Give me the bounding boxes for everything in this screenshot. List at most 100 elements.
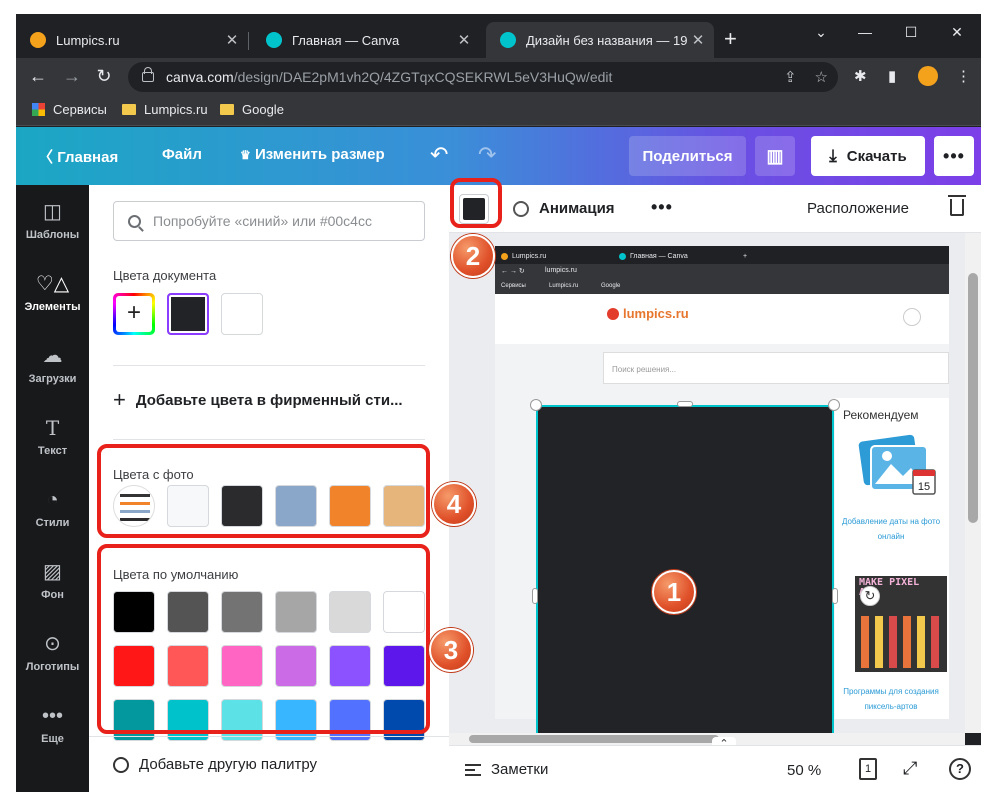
bookmark-label: Сервисы — [53, 102, 107, 117]
embedded-bookmarks: Сервисы Lumpics.ru Google — [495, 280, 949, 294]
close-icon[interactable]: ✕ — [222, 31, 242, 49]
fullscreen-icon[interactable]: ⤢ — [903, 758, 917, 779]
extensions-icon[interactable]: ✱ — [854, 68, 867, 86]
bookmark-google[interactable]: Google — [220, 102, 284, 117]
share-button[interactable]: Поделиться — [629, 136, 746, 176]
trash-icon[interactable] — [948, 195, 966, 217]
scroll-thumb[interactable] — [968, 273, 978, 523]
more-icon: ••• — [41, 705, 63, 727]
vertical-scrollbar[interactable] — [965, 233, 981, 733]
sidebar-item-more[interactable]: ••• Еще — [16, 705, 89, 745]
side-panel-icon[interactable]: ▮ — [888, 68, 896, 86]
browser-toolbar: ← → ↻ canva.com /design/DAE2pM1vh2Q/4ZGT… — [16, 58, 981, 96]
add-color-button[interactable]: + — [113, 293, 155, 335]
trash-lid — [948, 195, 966, 197]
tab-lumpics[interactable]: Lumpics.ru ✕ — [16, 22, 248, 58]
styles-icon: ◔ — [46, 489, 59, 511]
home-label: Главная — [57, 149, 119, 166]
forward-icon[interactable]: → — [60, 65, 84, 87]
notes-icon — [465, 763, 481, 776]
help-button[interactable]: ? — [949, 758, 971, 780]
maximize-icon[interactable]: ☐ — [888, 22, 934, 42]
doc-color-swatch-white[interactable] — [221, 293, 263, 335]
resize-handle[interactable] — [532, 588, 538, 604]
rotate-icon[interactable]: ↻ — [860, 586, 880, 606]
file-menu[interactable]: Файл — [162, 146, 202, 163]
pixel-food-grid — [861, 616, 941, 668]
card-caption: Программы для создания пиксель-артов — [843, 687, 939, 711]
tab-search-icon[interactable]: ⌄ — [798, 22, 844, 42]
scroll-thumb[interactable] — [469, 735, 719, 743]
download-button[interactable]: ⤓ Скачать — [811, 136, 925, 176]
recommend-title: Рекомендуем — [843, 408, 919, 422]
analytics-icon[interactable]: ▥ — [755, 136, 795, 176]
sidebar-item-templates[interactable]: ◫ Шаблоны — [16, 201, 89, 241]
sidebar-item-styles[interactable]: ◔ Стили — [16, 489, 89, 529]
more-options-icon[interactable]: ••• — [934, 136, 974, 176]
brand-add-label: Добавьте цвета в фирменный сти... — [135, 391, 403, 409]
resize-handle[interactable] — [832, 588, 838, 604]
text-icon: T — [45, 416, 60, 440]
redo-icon[interactable]: ↷ — [478, 142, 496, 168]
animation-button[interactable]: Анимация — [513, 200, 615, 217]
zoom-level[interactable]: 50 % — [787, 762, 821, 779]
bookmark-services[interactable]: Сервисы — [32, 102, 107, 117]
url-host: canva.com — [166, 69, 234, 85]
close-icon[interactable]: ✕ — [454, 31, 474, 49]
add-palette-button[interactable]: Добавьте другую палитру — [89, 736, 449, 792]
url-path: /design/DAE2pM1vh2Q/4ZGTqxCQSEKRWL5eV3Hu… — [233, 69, 613, 85]
menu-kebab-icon[interactable]: ⋮ — [956, 68, 971, 86]
callout-badge: 2 — [451, 234, 495, 278]
resize-handle[interactable] — [828, 399, 840, 411]
apps-grid-icon — [32, 103, 45, 116]
doc-color-swatch-dark[interactable] — [167, 293, 209, 335]
elements-icon: ♡△ — [35, 273, 70, 295]
sidebar-item-uploads[interactable]: ☁ Загрузки — [16, 345, 89, 385]
window-close-icon[interactable]: ✕ — [934, 22, 980, 42]
sidebar-item-logos[interactable]: ⊙ Логотипы — [16, 633, 89, 673]
selected-rectangle-element[interactable] — [536, 405, 834, 735]
trash-body — [950, 199, 964, 216]
profile-avatar[interactable] — [918, 66, 938, 86]
home-link[interactable]: 〈 Главная — [38, 146, 118, 167]
notes-button[interactable]: Заметки — [465, 761, 548, 778]
arrange-button[interactable]: Расположение — [807, 200, 909, 217]
canva-favicon-icon — [619, 253, 626, 260]
animation-icon — [513, 200, 529, 217]
embedded-search-input: Поиск решения... — [603, 352, 949, 384]
sidebar-item-text[interactable]: T Текст — [16, 417, 89, 457]
color-search-input[interactable]: Попробуйте «синий» или #00c4cc — [113, 201, 425, 241]
sidebar-item-label: Шаблоны — [25, 229, 80, 241]
divider — [113, 439, 425, 440]
sidebar-item-background[interactable]: ▨ Фон — [16, 561, 89, 601]
resize-menu[interactable]: ♛ Изменить размер — [240, 146, 385, 163]
share-icon[interactable]: ⇪ — [784, 68, 797, 86]
tab-canva-home[interactable]: Главная — Canva ✕ — [252, 22, 480, 58]
address-bar[interactable]: canva.com /design/DAE2pM1vh2Q/4ZGTqxCQSE… — [128, 62, 838, 92]
embedded-bookmark: Google — [601, 283, 621, 289]
undo-icon[interactable]: ↶ — [430, 142, 448, 168]
close-icon[interactable]: ✕ — [688, 31, 708, 49]
logos-icon: ⊙ — [44, 633, 61, 655]
page-count-button[interactable]: 1 — [859, 758, 877, 780]
divider — [113, 365, 425, 366]
more-options-icon[interactable]: ••• — [651, 197, 673, 218]
back-icon[interactable]: ← — [26, 65, 50, 87]
sidebar-item-elements[interactable]: ♡△ Элементы — [16, 273, 89, 313]
canva-favicon-icon — [266, 32, 282, 48]
resize-handle[interactable] — [530, 399, 542, 411]
bookmark-lumpics[interactable]: Lumpics.ru — [122, 102, 208, 117]
reload-icon[interactable]: ↻ — [92, 65, 116, 87]
tab-canva-design[interactable]: Дизайн без названия — 1938 ✕ — [486, 22, 714, 58]
highlight-box-color-button — [450, 178, 502, 228]
resize-handle[interactable] — [677, 401, 693, 407]
add-brand-colors-button[interactable]: + Добавьте цвета в фирменный сти... — [113, 389, 403, 411]
horizontal-scrollbar[interactable] — [449, 733, 965, 745]
embedded-bookmark: Lumpics.ru — [549, 283, 579, 289]
new-tab-icon[interactable]: + — [724, 28, 737, 50]
bookmark-label: Google — [242, 102, 284, 117]
card-caption: Добавление даты на фото онлайн — [841, 517, 941, 541]
minimize-icon[interactable]: — — [842, 22, 888, 42]
bookmark-star-icon[interactable]: ☆ — [815, 68, 828, 86]
embedded-tab-strip: Lumpics.ru Главная — Canva + — [495, 246, 949, 264]
